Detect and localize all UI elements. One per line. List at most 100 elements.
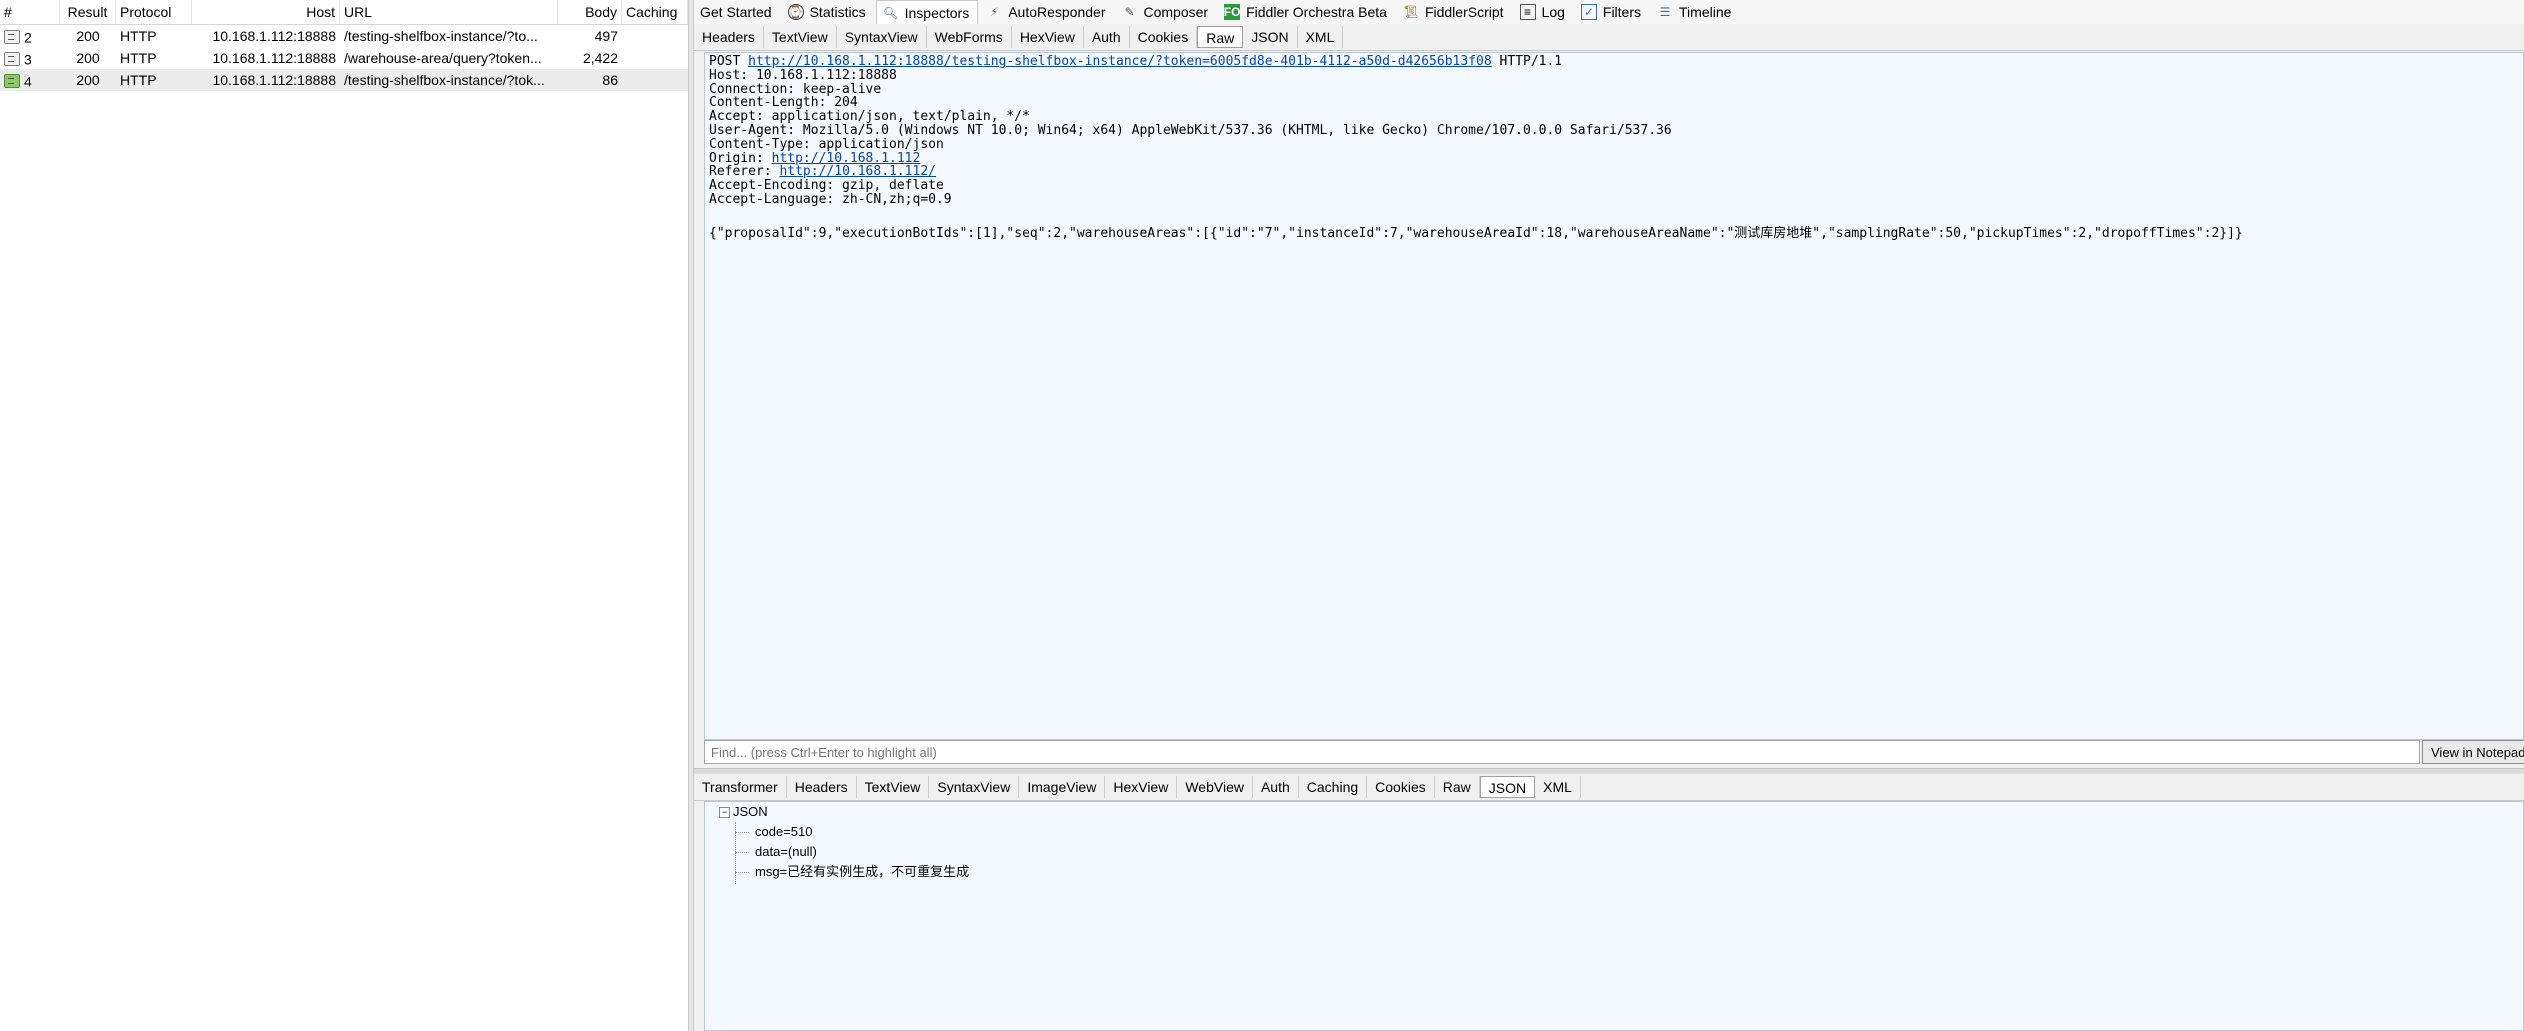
session-url: /testing-shelfbox-instance/?tok... — [344, 72, 545, 88]
header-content-length: Content-Length: 204 — [709, 95, 858, 111]
tab-fiddlerscript[interactable]: 📜︎ FiddlerScript — [1397, 1, 1512, 23]
referer-label: Referer: — [709, 164, 780, 180]
tab-composer[interactable]: ✎ Composer — [1116, 1, 1217, 23]
session-protocol: HTTP — [120, 72, 157, 88]
header-accept-encoding: Accept-Encoding: gzip, deflate — [709, 178, 944, 194]
response-tab-raw[interactable]: Raw — [1435, 776, 1480, 798]
find-bar: View in Notepad — [704, 740, 2524, 764]
header-referer: Referer: http://10.168.1.112/ — [709, 165, 2519, 179]
tab-label: FiddlerScript — [1424, 4, 1504, 20]
session-caching — [622, 47, 688, 69]
request-tab-hexview[interactable]: HexView — [1012, 26, 1084, 48]
request-tab-syntaxview[interactable]: SyntaxView — [837, 26, 927, 48]
request-tab-textview[interactable]: TextView — [764, 26, 837, 48]
session-body-size: 497 — [594, 28, 618, 44]
session-row[interactable]: 2 200 HTTP 10.168.1.112:18888 /testing-s… — [0, 25, 688, 47]
request-url-link[interactable]: http://10.168.1.112:18888/testing-shelfb… — [748, 54, 1492, 69]
request-tab-raw[interactable]: Raw — [1197, 26, 1244, 48]
session-row-selected[interactable]: 4 200 HTTP 10.168.1.112:18888 /testing-s… — [0, 69, 688, 91]
header-host: Host: 10.168.1.112:18888 — [709, 67, 897, 83]
origin-link[interactable]: http://10.168.1.112 — [772, 151, 921, 166]
tab-label: Composer — [1143, 4, 1209, 20]
session-caching — [622, 69, 688, 91]
fo-icon: FO — [1223, 4, 1241, 20]
pencil-icon: ✎ — [1124, 5, 1135, 19]
json-node-code[interactable]: code=510 — [755, 822, 812, 842]
header-user-agent: User-Agent: Mozilla/5.0 (Windows NT 10.0… — [709, 122, 1672, 138]
column-header-result[interactable]: Result — [60, 0, 116, 24]
request-method: POST — [709, 54, 741, 69]
tab-label: Statistics — [809, 4, 866, 20]
header-accept-language: Accept-Language: zh-CN,zh;q=0.9 — [709, 191, 952, 207]
checkbox-icon: ✓ — [1580, 4, 1597, 20]
collapse-icon[interactable]: − — [719, 807, 730, 819]
session-body-size: 86 — [602, 72, 618, 88]
column-header-num[interactable]: # — [0, 0, 60, 24]
response-tab-webview[interactable]: WebView — [1177, 776, 1253, 798]
lightning-icon: ⚡︎ — [989, 5, 999, 19]
request-tab-headers[interactable]: Headers — [694, 26, 764, 48]
tab-timeline[interactable]: ☰ Timeline — [1651, 1, 1739, 23]
sessions-header: # Result Protocol Host URL Body Caching — [0, 0, 688, 25]
column-header-host[interactable]: Host — [192, 0, 340, 24]
tab-label: Timeline — [1679, 4, 1732, 20]
session-protocol: HTTP — [120, 50, 157, 66]
response-inspector-tabs: Transformer Headers TextView SyntaxView … — [694, 774, 2524, 801]
request-body: {"proposalId":9,"executionBotIds":[1],"s… — [709, 225, 2243, 241]
session-url: /testing-shelfbox-instance/?to... — [344, 28, 538, 44]
request-tab-xml[interactable]: XML — [1298, 26, 1344, 48]
tab-autoresponder[interactable]: ⚡︎ AutoResponder — [980, 1, 1113, 23]
request-tab-json[interactable]: JSON — [1243, 26, 1298, 48]
request-tab-cookies[interactable]: Cookies — [1130, 26, 1198, 48]
response-tab-json[interactable]: JSON — [1479, 776, 1536, 798]
column-header-caching[interactable]: Caching — [622, 0, 688, 24]
column-header-body[interactable]: Body — [558, 0, 622, 24]
response-tab-syntaxview[interactable]: SyntaxView — [929, 776, 1020, 798]
response-tab-cookies[interactable]: Cookies — [1367, 776, 1435, 798]
json-root-node[interactable]: − JSON — [719, 802, 768, 822]
response-tab-imageview[interactable]: ImageView — [1019, 776, 1106, 798]
view-in-notepad-button[interactable]: View in Notepad — [2422, 740, 2524, 764]
column-header-protocol[interactable]: Protocol — [116, 0, 192, 24]
json-root-label: JSON — [733, 804, 768, 819]
session-host: 10.168.1.112:18888 — [212, 72, 336, 88]
tab-get-started[interactable]: Get Started — [694, 1, 780, 23]
tab-statistics[interactable]: ⌚ Statistics — [782, 1, 874, 23]
tab-filters[interactable]: ✓ Filters — [1575, 1, 1649, 23]
response-tab-auth[interactable]: Auth — [1253, 776, 1299, 798]
tab-inspectors[interactable]: 🔍︎ Inspectors — [875, 0, 979, 24]
response-tab-xml[interactable]: XML — [1535, 776, 1581, 798]
response-tab-textview[interactable]: TextView — [857, 776, 930, 798]
session-row[interactable]: 3 200 HTTP 10.168.1.112:18888 /warehouse… — [0, 47, 688, 69]
response-tab-hexview[interactable]: HexView — [1105, 776, 1178, 798]
json-node-msg[interactable]: msg=已经有实例生成，不可重复生成 — [755, 862, 969, 882]
column-header-url[interactable]: URL — [340, 0, 558, 24]
raw-request-view[interactable]: POST http://10.168.1.112:18888/testing-s… — [704, 52, 2524, 740]
script-icon: 📜︎ — [1403, 5, 1419, 19]
session-protocol: HTTP — [120, 28, 157, 44]
request-tab-auth[interactable]: Auth — [1084, 26, 1130, 48]
log-icon: ≡ — [1519, 4, 1536, 20]
referer-link[interactable]: http://10.168.1.112/ — [779, 164, 936, 179]
json-node-data[interactable]: data=(null) — [755, 842, 817, 862]
response-tab-transformer[interactable]: Transformer — [694, 776, 787, 798]
find-input[interactable] — [704, 740, 2420, 764]
tree-connector — [735, 832, 749, 833]
request-line: POST http://10.168.1.112:18888/testing-s… — [709, 55, 2519, 69]
active-session-icon — [4, 74, 20, 89]
tab-fiddler-orchestra[interactable]: FO Fiddler Orchestra Beta — [1218, 1, 1395, 23]
sessions-list[interactable]: # Result Protocol Host URL Body Caching … — [0, 0, 689, 1031]
tab-label: Log — [1541, 4, 1565, 20]
response-tab-headers[interactable]: Headers — [787, 776, 857, 798]
tab-log[interactable]: ≡ Log — [1514, 1, 1573, 23]
header-content-type: Content-Type: application/json — [709, 136, 944, 152]
response-tab-caching[interactable]: Caching — [1299, 776, 1368, 798]
request-tab-webforms[interactable]: WebForms — [927, 26, 1012, 48]
json-session-icon — [4, 30, 20, 45]
inspector-panel: Get Started ⌚ Statistics 🔍︎ Inspectors ⚡… — [694, 0, 2524, 1031]
json-tree-view[interactable]: − JSON code=510 data=(null) msg=已经有实例生成，不… — [704, 801, 2524, 1031]
session-host: 10.168.1.112:18888 — [212, 50, 336, 66]
tab-label: Fiddler Orchestra Beta — [1246, 4, 1387, 20]
session-result: 200 — [76, 72, 100, 88]
